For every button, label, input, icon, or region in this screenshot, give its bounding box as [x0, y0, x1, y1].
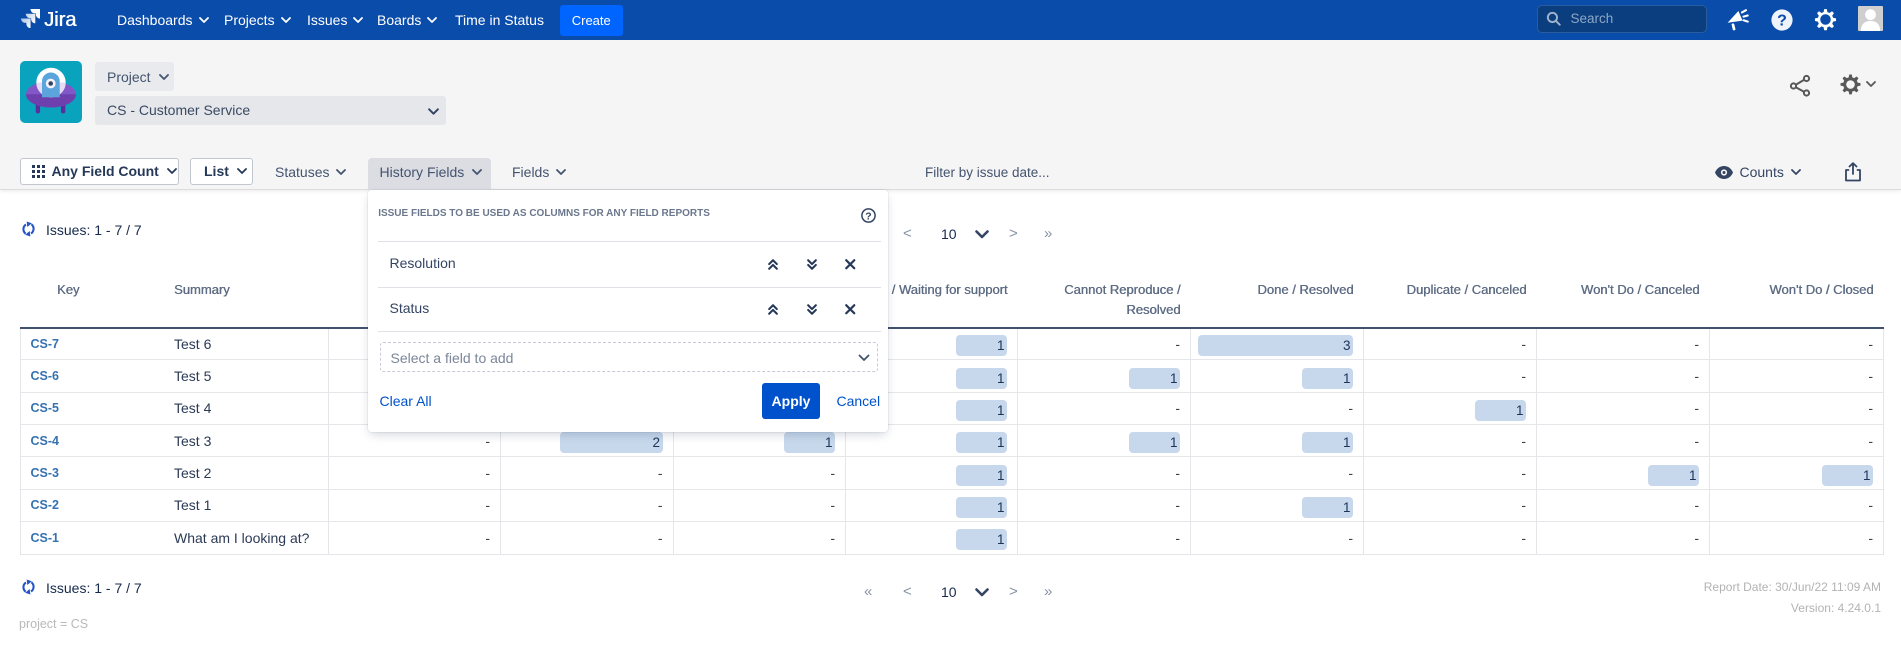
svg-text:?: ?	[865, 210, 871, 222]
svg-text:?: ?	[1777, 12, 1787, 29]
